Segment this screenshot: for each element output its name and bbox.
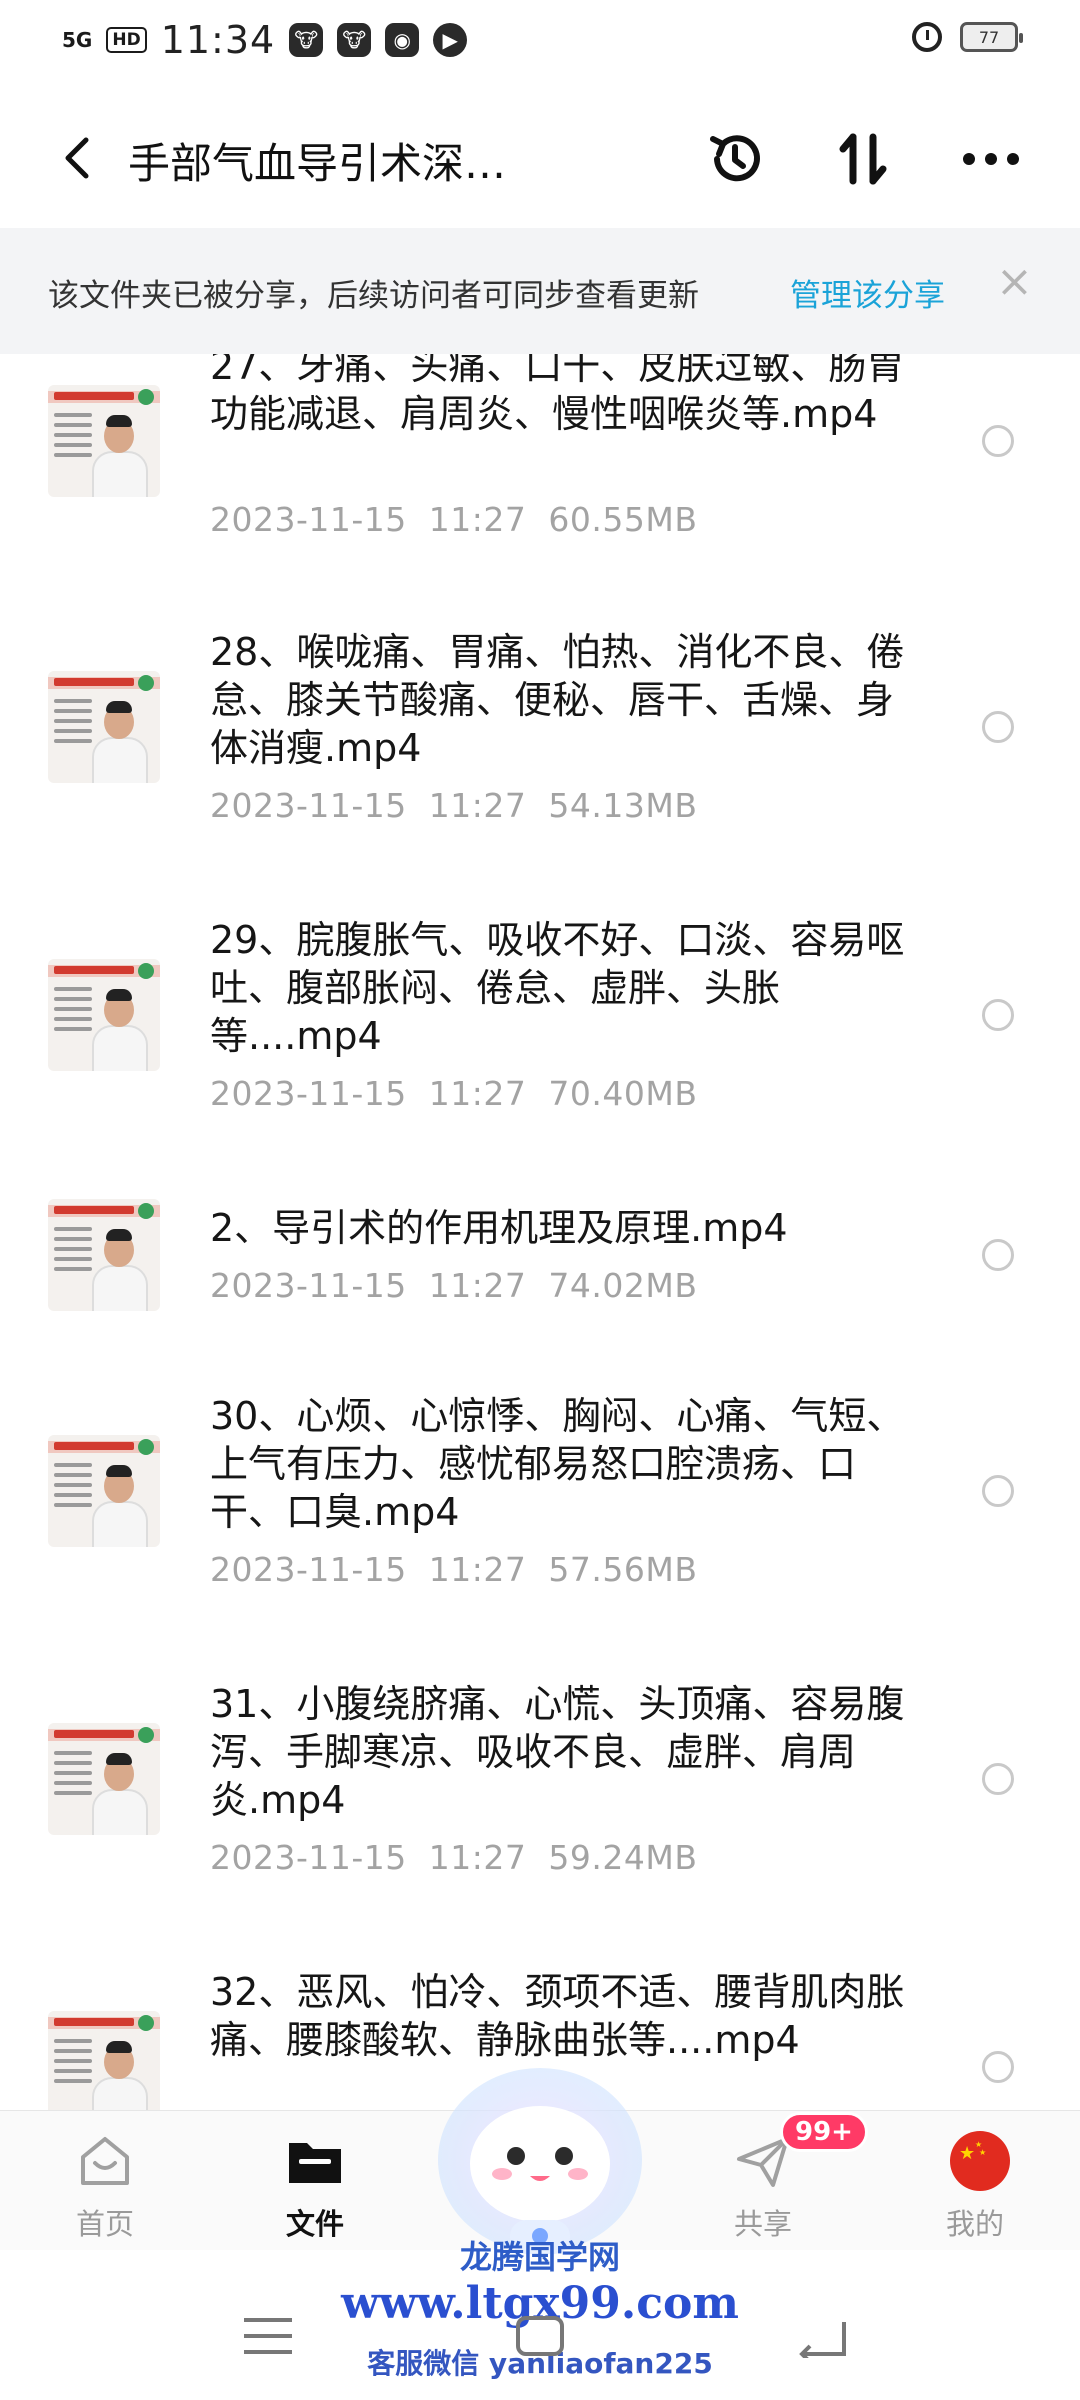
alarm-icon bbox=[912, 22, 942, 52]
battery-icon: 77 bbox=[960, 22, 1023, 52]
battery-level: 77 bbox=[978, 27, 1000, 47]
folder-icon bbox=[285, 2131, 345, 2191]
file-meta: 2023-11-15 11:27 54.13MB bbox=[210, 786, 697, 825]
file-meta: 2023-11-15 11:27 74.02MB bbox=[210, 1266, 697, 1305]
file-size: 59.24MB bbox=[548, 1838, 698, 1877]
file-name: 28、喉咙痛、胃痛、怕热、消化不良、倦怠、膝关节酸痛、便秘、唇干、舌燥、身体消瘦… bbox=[210, 630, 905, 770]
file-time: 11:27 bbox=[428, 1074, 527, 1113]
svg-text:★: ★ bbox=[979, 2148, 986, 2157]
home-icon bbox=[75, 2131, 135, 2191]
header: 手部气血导引术深… bbox=[0, 100, 1080, 220]
status-bar: 5G HD 11:34 🐮 🐮 ◉ ▶ 77 bbox=[0, 0, 1080, 84]
file-date: 2023-11-15 bbox=[210, 1266, 407, 1305]
file-row[interactable]: 28、喉咙痛、胃痛、怕热、消化不良、倦怠、膝关节酸痛、便秘、唇干、舌燥、身体消瘦… bbox=[0, 608, 1080, 896]
file-time: 11:27 bbox=[428, 786, 527, 825]
cow-icon: 🐮 bbox=[289, 23, 324, 57]
history-icon bbox=[710, 135, 760, 182]
file-meta: 2023-11-15 11:27 70.40MB bbox=[210, 1074, 697, 1113]
nav-files[interactable]: 文件 bbox=[250, 2131, 380, 2243]
file-name: 27、牙痛、头痛、口干、皮肤过敏、肠胃功能减退、肩周炎、慢性咽喉炎等.mp4 bbox=[210, 354, 905, 436]
select-radio[interactable] bbox=[982, 425, 1014, 457]
file-name: 2、导引术的作用机理及原理.mp4 bbox=[210, 1206, 788, 1250]
svg-text:★: ★ bbox=[959, 2143, 975, 2164]
camera-icon: ◉ bbox=[385, 23, 420, 57]
select-radio[interactable] bbox=[982, 1239, 1014, 1271]
select-radio[interactable] bbox=[982, 711, 1014, 743]
nav-home[interactable]: 首页 bbox=[40, 2131, 170, 2243]
menu-icon[interactable] bbox=[240, 2314, 300, 2364]
file-size: 54.13MB bbox=[548, 786, 698, 825]
hd-indicator: HD bbox=[106, 27, 147, 53]
share-banner-text: 该文件夹已被分享，后续访问者可同步查看更新 bbox=[48, 278, 699, 314]
file-row[interactable]: 30、心烦、心惊悸、胸闷、心痛、气短、上气有压力、感忧郁易怒口腔溃疡、口干、口臭… bbox=[0, 1372, 1080, 1660]
signal-indicator: 5G bbox=[62, 28, 93, 52]
file-name: 30、心烦、心惊悸、胸闷、心痛、气短、上气有压力、感忧郁易怒口腔溃疡、口干、口臭… bbox=[210, 1394, 905, 1534]
select-radio[interactable] bbox=[982, 1475, 1014, 1507]
file-time: 11:27 bbox=[428, 1266, 527, 1305]
file-meta: 2023-11-15 11:27 57.56MB bbox=[210, 1550, 697, 1589]
file-row[interactable]: 29、脘腹胀气、吸收不好、口淡、容易呕吐、腹部胀闷、倦怠、虚胖、头胀等....m… bbox=[0, 896, 1080, 1184]
flag-avatar-icon: ★ ★ ★ bbox=[945, 2131, 1010, 2191]
page-title: 手部气血导引术深… bbox=[128, 139, 507, 188]
file-meta: 2023-11-15 11:27 60.55MB bbox=[210, 500, 697, 539]
file-size: 60.55MB bbox=[548, 500, 698, 539]
sort-button[interactable] bbox=[828, 124, 898, 194]
file-time: 11:27 bbox=[428, 1838, 527, 1877]
play-icon: ▶ bbox=[433, 23, 468, 57]
file-size: 57.56MB bbox=[548, 1550, 698, 1589]
file-time: 11:27 bbox=[428, 500, 527, 539]
video-thumbnail bbox=[48, 385, 160, 497]
file-row[interactable]: 2、导引术的作用机理及原理.mp4 2023-11-15 11:27 74.02MB bbox=[0, 1184, 1080, 1372]
back-icon[interactable] bbox=[794, 2314, 854, 2364]
back-button[interactable] bbox=[48, 128, 108, 188]
nav-profile[interactable]: ★ ★ ★ 我的 bbox=[910, 2131, 1040, 2243]
history-button[interactable] bbox=[700, 124, 770, 194]
file-meta: 2023-11-15 11:27 59.24MB bbox=[210, 1838, 697, 1877]
system-nav bbox=[0, 2256, 1080, 2400]
more-icon bbox=[963, 153, 1019, 165]
file-size: 74.02MB bbox=[548, 1266, 698, 1305]
video-thumbnail bbox=[48, 1435, 160, 1547]
share-banner: 该文件夹已被分享，后续访问者可同步查看更新 管理该分享 × bbox=[0, 228, 1080, 354]
file-time: 11:27 bbox=[428, 1550, 527, 1589]
file-date: 2023-11-15 bbox=[210, 1838, 407, 1877]
sort-icon bbox=[839, 133, 887, 185]
file-date: 2023-11-15 bbox=[210, 786, 407, 825]
back-icon bbox=[65, 137, 89, 179]
file-name: 31、小腹绕脐痛、心慌、头顶痛、容易腹泻、手脚寒凉、吸收不良、虚胖、肩周炎.mp… bbox=[210, 1682, 905, 1822]
video-thumbnail bbox=[48, 2011, 160, 2110]
close-icon[interactable]: × bbox=[996, 260, 1033, 304]
file-date: 2023-11-15 bbox=[210, 1550, 407, 1589]
file-row[interactable]: 27、牙痛、头痛、口干、皮肤过敏、肠胃功能减退、肩周炎、慢性咽喉炎等.mp4 20… bbox=[0, 354, 1080, 608]
file-row[interactable]: 31、小腹绕脐痛、心慌、头顶痛、容易腹泻、手脚寒凉、吸收不良、虚胖、肩周炎.mp… bbox=[0, 1660, 1080, 1948]
file-date: 2023-11-15 bbox=[210, 500, 407, 539]
more-button[interactable] bbox=[956, 124, 1026, 194]
file-name: 32、恶风、怕冷、颈项不适、腰背肌肉胀痛、腰膝酸软、静脉曲张等....mp4 bbox=[210, 1970, 905, 2062]
status-time: 11:34 bbox=[160, 18, 276, 62]
mascot-icon[interactable] bbox=[432, 2060, 648, 2260]
select-radio[interactable] bbox=[982, 2051, 1014, 2083]
home-icon[interactable] bbox=[512, 2314, 572, 2364]
manage-share-link[interactable]: 管理该分享 bbox=[790, 270, 945, 315]
select-radio[interactable] bbox=[982, 1763, 1014, 1795]
file-list[interactable]: 27、牙痛、头痛、口干、皮肤过敏、肠胃功能减退、肩周炎、慢性咽喉炎等.mp4 20… bbox=[0, 354, 1080, 2110]
share-badge: 99+ bbox=[780, 2112, 868, 2152]
video-thumbnail bbox=[48, 959, 160, 1071]
file-name: 29、脘腹胀气、吸收不好、口淡、容易呕吐、腹部胀闷、倦怠、虚胖、头胀等....m… bbox=[210, 918, 905, 1058]
file-date: 2023-11-15 bbox=[210, 1074, 407, 1113]
cow-icon: 🐮 bbox=[337, 23, 372, 57]
video-thumbnail bbox=[48, 1723, 160, 1835]
file-size: 70.40MB bbox=[548, 1074, 698, 1113]
select-radio[interactable] bbox=[982, 999, 1014, 1031]
video-thumbnail bbox=[48, 671, 160, 783]
video-thumbnail bbox=[48, 1199, 160, 1311]
